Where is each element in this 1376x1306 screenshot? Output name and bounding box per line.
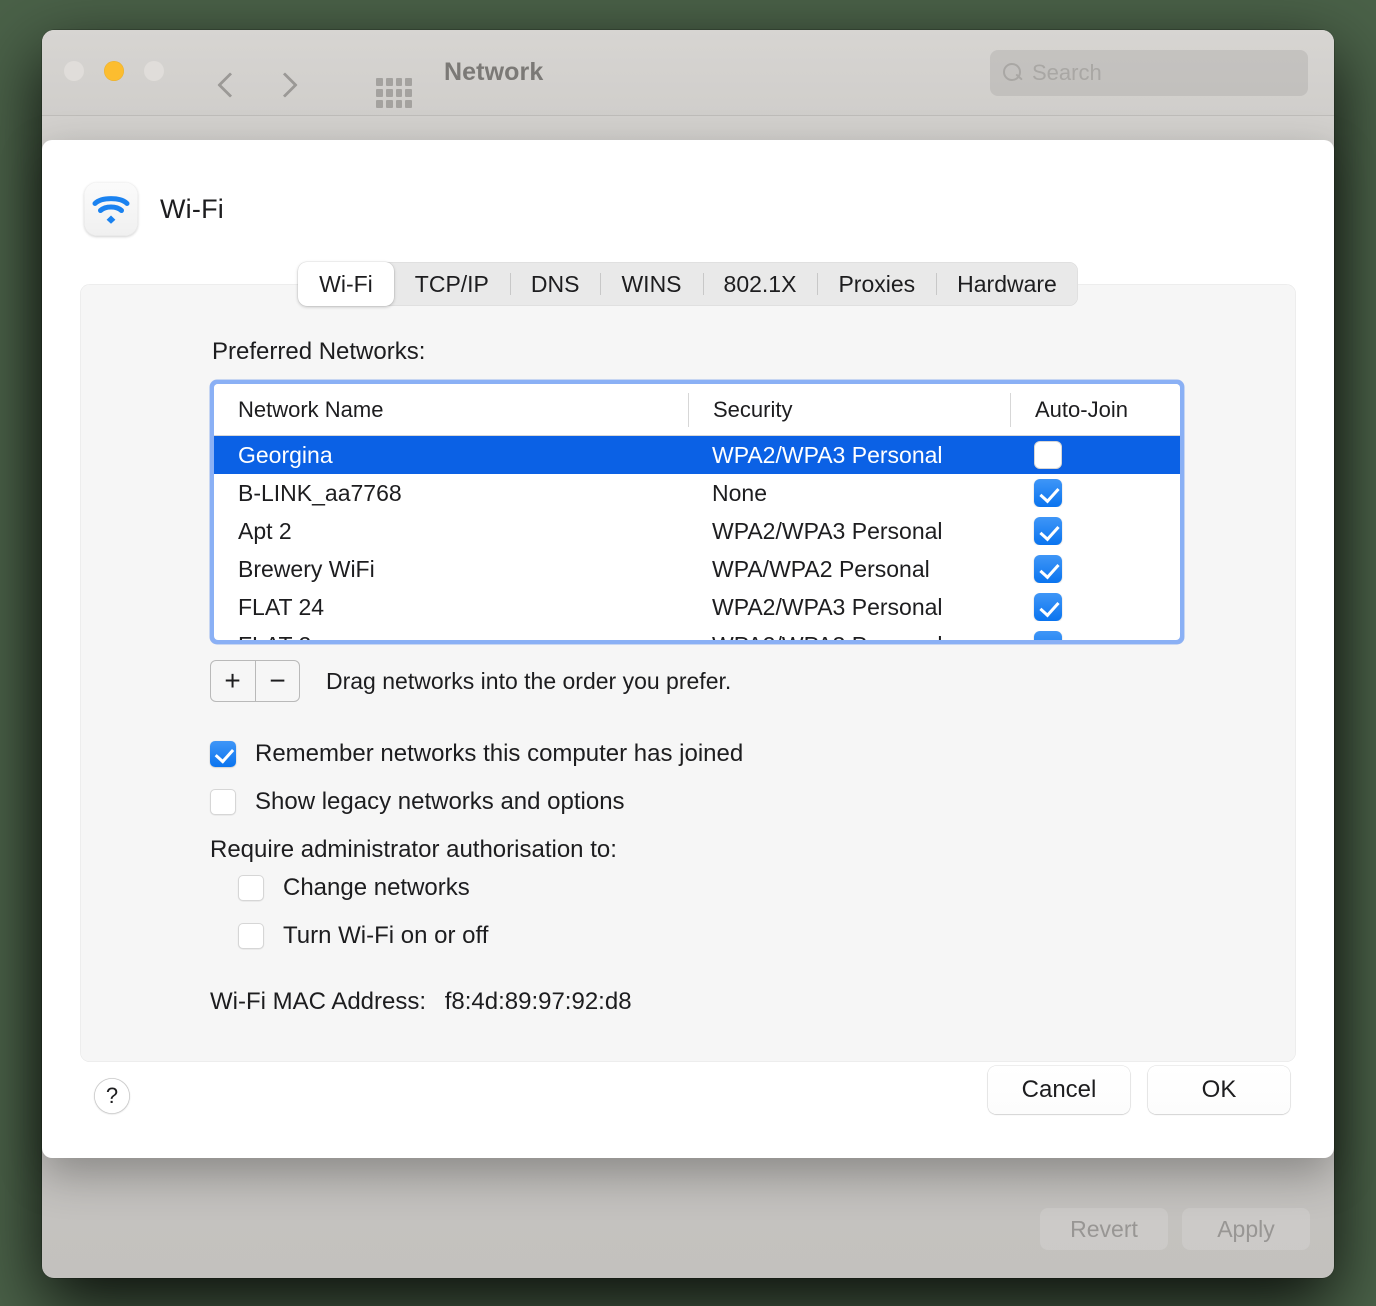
require-admin-label: Require administrator authorisation to: [210, 836, 617, 863]
drag-hint-text: Drag networks into the order you prefer. [326, 667, 732, 694]
network-security-cell: WPA2/WPA3 Personal [712, 517, 943, 544]
network-security-cell: WPA/WPA2 Personal [712, 555, 930, 582]
window-titlebar: Network Search [42, 30, 1334, 116]
preferred-networks-table-focus-ring: Network Name Security Auto-Join Georgina… [210, 380, 1184, 644]
auto-join-checkbox[interactable] [1034, 479, 1062, 507]
search-field[interactable]: Search [990, 50, 1308, 96]
auto-join-checkbox[interactable] [1034, 631, 1062, 640]
table-row[interactable]: FLAT 2 WPA2/WPA3 Personal [214, 626, 1180, 640]
auto-join-cell [1010, 517, 1180, 545]
remove-network-button[interactable]: − [255, 660, 300, 702]
settings-tabbar: Wi-Fi TCP/IP DNS WINS 802.1X Proxies Har… [42, 262, 1334, 306]
network-name-cell: B-LINK_aa7768 [238, 479, 402, 506]
table-row[interactable]: B-LINK_aa7768 None [214, 474, 1180, 512]
change-networks-label: Change networks [283, 874, 470, 901]
cancel-button[interactable]: Cancel [988, 1066, 1130, 1114]
auto-join-cell [1010, 441, 1180, 469]
network-security-cell: None [712, 479, 767, 506]
network-name-cell: Brewery WiFi [238, 555, 375, 582]
show-legacy-label: Show legacy networks and options [255, 788, 625, 815]
tab-tcpip[interactable]: TCP/IP [394, 262, 510, 306]
table-header-row: Network Name Security Auto-Join [214, 384, 1180, 436]
wifi-settings-sheet: Wi-Fi Wi-Fi TCP/IP DNS WINS 802.1X Proxi… [42, 140, 1334, 1158]
mac-address-line: Wi-Fi MAC Address: f8:4d:89:97:92:d8 [210, 988, 1296, 1016]
apply-button[interactable]: Apply [1182, 1208, 1310, 1250]
revert-button[interactable]: Revert [1040, 1208, 1168, 1250]
option-change-networks[interactable]: Change networks [238, 864, 1296, 912]
ok-button[interactable]: OK [1148, 1066, 1290, 1114]
table-row[interactable]: Apt 2 WPA2/WPA3 Personal [214, 512, 1180, 550]
close-button[interactable] [64, 61, 84, 81]
auto-join-checkbox[interactable] [1034, 555, 1062, 583]
mac-address-value: f8:4d:89:97:92:d8 [444, 988, 632, 1015]
table-row[interactable]: Brewery WiFi WPA/WPA2 Personal [214, 550, 1180, 588]
network-security-cell: WPA2/WPA3 Personal [688, 632, 1010, 641]
auto-join-cell [1010, 555, 1180, 583]
network-name-cell: FLAT 24 [238, 593, 325, 620]
network-security-cell: WPA2/WPA3 Personal [712, 441, 943, 468]
auto-join-cell [1010, 479, 1180, 507]
add-remove-segmented-control: + − [210, 660, 300, 702]
navigation-arrows [217, 70, 297, 100]
turn-wifi-checkbox[interactable] [238, 923, 264, 949]
forward-chevron-icon[interactable] [275, 70, 297, 100]
auto-join-cell [1010, 593, 1180, 621]
auto-join-checkbox[interactable] [1034, 593, 1062, 621]
sheet-title: Wi-Fi [160, 193, 224, 224]
remember-networks-label: Remember networks this computer has join… [255, 740, 744, 767]
column-header-security[interactable]: Security [688, 392, 1010, 427]
preferred-networks-label: Preferred Networks: [212, 338, 426, 365]
tab-wifi[interactable]: Wi-Fi [298, 262, 394, 306]
window-footer-buttons: Revert Apply [1040, 1208, 1310, 1250]
sheet-footer: ? Cancel OK [42, 1048, 1334, 1158]
auto-join-cell [1010, 631, 1180, 640]
turn-wifi-label: Turn Wi-Fi on or off [283, 922, 489, 949]
minimize-button[interactable] [104, 61, 124, 81]
tab-dns[interactable]: DNS [509, 262, 601, 306]
page-title: Network [444, 58, 544, 86]
traffic-light-buttons [64, 61, 164, 81]
column-header-network-name[interactable]: Network Name [214, 393, 688, 427]
show-legacy-checkbox[interactable] [210, 789, 236, 815]
tab-8021x[interactable]: 802.1X [702, 262, 818, 306]
option-remember-networks[interactable]: Remember networks this computer has join… [210, 730, 1296, 778]
sheet-action-buttons: Cancel OK [988, 1066, 1290, 1114]
auto-join-checkbox[interactable] [1034, 517, 1062, 545]
network-name-cell: FLAT 2 [214, 632, 688, 641]
table-row[interactable]: Georgina WPA2/WPA3 Personal [214, 436, 1180, 474]
search-icon [1002, 62, 1024, 84]
search-placeholder: Search [1032, 60, 1102, 85]
help-button[interactable]: ? [94, 1078, 130, 1114]
option-show-legacy[interactable]: Show legacy networks and options [210, 778, 1296, 826]
preferred-networks-table[interactable]: Network Name Security Auto-Join Georgina… [214, 384, 1180, 640]
column-header-auto-join[interactable]: Auto-Join [1010, 392, 1180, 427]
show-all-grid-icon[interactable] [376, 78, 412, 108]
tab-wins[interactable]: WINS [600, 262, 702, 306]
tab-hardware[interactable]: Hardware [936, 262, 1078, 306]
back-chevron-icon[interactable] [217, 70, 239, 100]
wifi-icon [84, 182, 138, 236]
auto-join-checkbox[interactable] [1034, 441, 1062, 469]
sheet-header: Wi-Fi [42, 140, 1334, 236]
option-turn-wifi-on-off[interactable]: Turn Wi-Fi on or off [238, 912, 1296, 960]
network-security-cell: WPA2/WPA3 Personal [712, 593, 943, 620]
zoom-button[interactable] [144, 61, 164, 81]
add-remove-row: + − Drag networks into the order you pre… [210, 660, 1296, 702]
table-row[interactable]: FLAT 24 WPA2/WPA3 Personal [214, 588, 1180, 626]
network-name-cell: Apt 2 [238, 517, 292, 544]
wifi-tab-panel: Preferred Networks: Network Name Securit… [80, 284, 1296, 1062]
mac-address-label: Wi-Fi MAC Address: [210, 988, 427, 1015]
add-network-button[interactable]: + [210, 660, 255, 702]
change-networks-checkbox[interactable] [238, 875, 264, 901]
network-name-cell: Georgina [238, 441, 333, 468]
tab-proxies[interactable]: Proxies [817, 262, 936, 306]
remember-networks-checkbox[interactable] [210, 741, 236, 767]
